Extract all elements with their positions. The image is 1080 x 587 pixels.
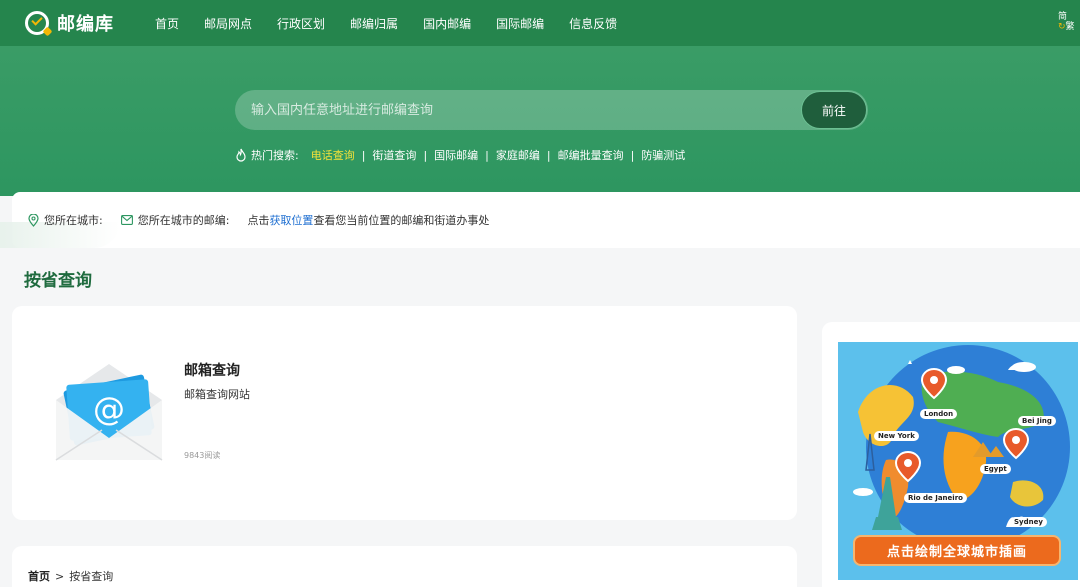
- location-row: 您所在城市: 您所在城市的邮编: 点击 获取位置 查看您当前位置的邮编和街道办事…: [28, 212, 489, 228]
- world-map-ad[interactable]: London Bei Jing New York Egypt Rio de Ja…: [838, 342, 1078, 580]
- lang-simplified: 简: [1058, 12, 1068, 22]
- city-label: 您所在城市:: [44, 214, 103, 227]
- hot-search-street[interactable]: 街道查询: [372, 147, 416, 163]
- site-logo[interactable]: 邮编库: [25, 10, 114, 36]
- logo-icon: [25, 11, 49, 35]
- breadcrumb-separator: >: [55, 570, 65, 583]
- location-prompt-prefix: 点击: [247, 214, 270, 227]
- result-card[interactable]: @ 邮箱查询 邮箱查询网站 9843阅读: [12, 306, 797, 520]
- email-envelope-icon: @: [55, 364, 163, 461]
- mail-icon: [120, 215, 133, 225]
- read-count: 9843阅读: [184, 451, 221, 460]
- card-title[interactable]: 邮箱查询: [184, 360, 240, 380]
- sidebar: London Bei Jing New York Egypt Rio de Ja…: [822, 322, 1080, 587]
- city-label-sydney: Sydney: [1010, 517, 1047, 527]
- hot-search-phone[interactable]: 电话查询: [311, 147, 355, 163]
- breadcrumb-home[interactable]: 首页: [28, 570, 50, 583]
- hero-search-section: 前往 热门搜索: 电话查询 | 街道查询 | 国际邮编 | 家庭邮编 | 邮编批…: [0, 46, 1080, 196]
- divider: |: [423, 148, 428, 162]
- hot-search-label: 热门搜索:: [251, 149, 299, 162]
- city-label-egypt: Egypt: [980, 464, 1011, 474]
- city-label-rio: Rio de Janeiro: [904, 493, 967, 503]
- language-toggle[interactable]: 简 ↻繁: [1058, 12, 1078, 32]
- city-zip-label: 您所在城市的邮编:: [137, 214, 230, 227]
- section-title: 按省查询: [24, 271, 92, 291]
- nav-item-zip-attribution[interactable]: 邮编归属: [350, 15, 398, 32]
- breadcrumb: 首页 > 按省查询: [28, 568, 113, 584]
- hot-search-home-zip[interactable]: 家庭邮编: [496, 147, 540, 163]
- city-label-beijing: Bei Jing: [1018, 416, 1056, 426]
- fire-icon: [236, 148, 246, 162]
- nav-item-home[interactable]: 首页: [155, 15, 179, 32]
- divider: |: [485, 148, 489, 162]
- location-pin-icon: [28, 213, 39, 227]
- breadcrumb-current: 按省查询: [69, 570, 114, 583]
- logo-text: 邮编库: [57, 14, 114, 35]
- search-bar: 前往: [235, 90, 868, 130]
- hot-search-batch-zip[interactable]: 邮编批量查询: [558, 147, 624, 163]
- breadcrumb-card: 首页 > 按省查询: [12, 546, 797, 587]
- draw-city-illustration-button[interactable]: 点击绘制全球城市插画: [853, 535, 1061, 566]
- hot-search-intl-zip[interactable]: 国际邮编: [434, 147, 478, 163]
- nav-item-admin-divisions[interactable]: 行政区划: [277, 15, 325, 32]
- nav-item-feedback[interactable]: 信息反馈: [569, 15, 617, 32]
- lang-traditional: 繁: [1065, 22, 1075, 32]
- city-label-new-york: New York: [874, 431, 919, 441]
- search-input[interactable]: [251, 90, 791, 130]
- location-prompt-suffix: 查看您当前位置的邮编和街道办事处: [313, 214, 490, 227]
- nav-item-international-zip[interactable]: 国际邮编: [496, 15, 544, 32]
- card-description: 邮箱查询网站: [184, 388, 250, 401]
- top-header: 邮编库 首页 邮局网点 行政区划 邮编归属 国内邮编 国际邮编 信息反馈 简 ↻…: [0, 0, 1080, 46]
- swap-icon: ↻: [1058, 22, 1066, 32]
- nav-item-post-offices[interactable]: 邮局网点: [204, 15, 252, 32]
- divider: |: [546, 148, 551, 162]
- city-label-london: London: [920, 409, 958, 419]
- svg-text:@: @: [93, 390, 125, 428]
- nav-item-domestic-zip[interactable]: 国内邮编: [423, 15, 471, 32]
- search-go-button[interactable]: 前往: [801, 91, 867, 129]
- location-bar: 您所在城市: 您所在城市的邮编: 点击 获取位置 查看您当前位置的邮编和街道办事…: [0, 192, 1080, 248]
- get-location-link[interactable]: 获取位置: [269, 212, 313, 228]
- divider: |: [630, 148, 635, 162]
- divider: |: [361, 148, 366, 162]
- main-nav: 首页 邮局网点 行政区划 邮编归属 国内邮编 国际邮编 信息反馈: [155, 0, 642, 46]
- hot-search-row: 热门搜索: 电话查询 | 街道查询 | 国际邮编 | 家庭邮编 | 邮编批量查询…: [235, 146, 685, 164]
- hot-search-anti-fraud[interactable]: 防骗测试: [641, 147, 685, 163]
